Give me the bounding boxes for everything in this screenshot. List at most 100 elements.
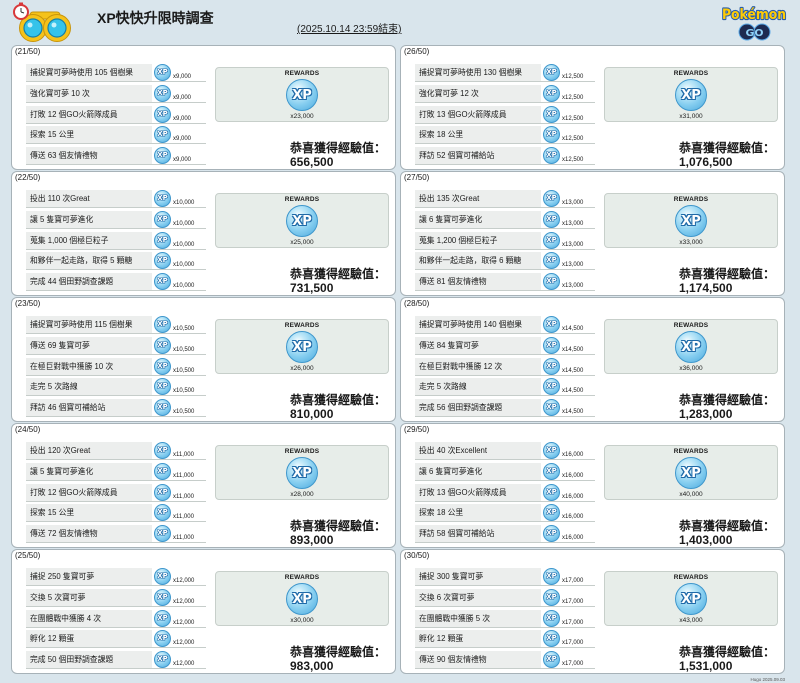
xp-icon-label: XP: [157, 592, 168, 601]
task-text: 孵化 12 顆蛋: [26, 630, 152, 648]
rewards-heading: REWARDS: [284, 322, 320, 329]
task-row: 交換 5 次寶可夢 XP x12,000: [26, 588, 206, 607]
stage-xp-reward: x25,000: [290, 239, 314, 246]
rewards-heading: REWARDS: [673, 70, 709, 77]
xp-icon: XP: [154, 316, 171, 333]
total-xp-value: 1,403,000: [679, 533, 733, 547]
xp-icon: XP: [154, 231, 171, 249]
xp-icon-label: XP: [546, 88, 557, 97]
stage-number: (27/50): [404, 173, 430, 182]
rewards-heading: REWARDS: [673, 574, 709, 581]
task-row: 探索 15 公里 XP x11,000: [26, 504, 206, 523]
xp-icon: XP: [543, 525, 560, 542]
xp-icon-label: XP: [546, 508, 557, 517]
task-xp-reward: x13,000: [562, 262, 584, 269]
task-text: 捕捉寶可夢時使用 130 個樹果: [415, 64, 541, 81]
task-text: 交換 6 次寶可夢: [415, 588, 541, 606]
task-xp-reward: x12,000: [173, 578, 195, 584]
xp-icon-label: XP: [546, 151, 557, 159]
xp-icon-label: XP: [157, 655, 168, 663]
xp-icon: XP: [675, 331, 707, 363]
rewards-box: REWARDS XP x25,000: [215, 193, 389, 248]
xp-icon: XP: [543, 568, 560, 585]
task-row: 捕捉寶可夢時使用 140 個樹果 XP x14,500: [415, 316, 595, 334]
task-row: 走完 5 次路線 XP x14,500: [415, 378, 595, 397]
task-text: 在團體戰中獲勝 4 次: [26, 609, 152, 627]
total-xp-value: 1,076,500: [679, 155, 733, 169]
stage-card: (23/50) 捕捉寶可夢時使用 115 個樹果 XP x10,500 傳送 69 隻寶…: [11, 297, 396, 422]
stage-number: (29/50): [404, 425, 430, 434]
xp-icon: XP: [154, 336, 171, 354]
task-text: 蒐集 1,200 個極巨粒子: [415, 231, 541, 249]
xp-icon: XP: [154, 378, 171, 396]
task-xp-reward: x14,500: [562, 367, 584, 374]
xp-icon-label: XP: [546, 466, 557, 475]
task-row: 捕捉寶可夢時使用 105 個樹果 XP x9,000: [26, 64, 206, 82]
task-text: 捕捉寶可夢時使用 140 個樹果: [415, 316, 541, 333]
task-text: 讓 6 隻寶可夢進化: [415, 210, 541, 228]
xp-icon-label: XP: [546, 277, 557, 285]
xp-icon: XP: [286, 79, 318, 111]
xp-icon: XP: [543, 336, 560, 354]
task-row: 打敗 12 個GO火箭隊成員 XP x9,000: [26, 105, 206, 124]
rewards-heading: REWARDS: [284, 196, 320, 203]
xp-icon: XP: [543, 105, 560, 123]
stage-number: (22/50): [15, 173, 41, 182]
task-text: 打敗 13 個GO火箭隊成員: [415, 105, 541, 123]
rewards-box: REWARDS XP x31,000: [604, 67, 778, 122]
task-xp-reward: x12,500: [562, 157, 584, 163]
task-xp-reward: x10,000: [173, 262, 195, 269]
xp-icon-label: XP: [546, 655, 557, 663]
total-xp-value: 656,500: [290, 155, 334, 169]
task-text: 拜訪 46 個寶可補給站: [26, 399, 152, 416]
task-text: 打敗 12 個GO火箭隊成員: [26, 105, 152, 123]
congrats-label: 恭喜獲得經驗值：: [679, 393, 776, 407]
task-text: 走完 5 次路線: [415, 378, 541, 396]
stage-card: (27/50) 投出 135 次Great XP x13,000 讓 6 隻寶可夢進化 X…: [400, 171, 785, 296]
task-xp-reward: x13,000: [562, 241, 584, 248]
task-xp-reward: x14,500: [562, 346, 584, 353]
task-row: 蒐集 1,200 個極巨粒子 XP x13,000: [415, 231, 595, 250]
xp-icon-label: XP: [157, 151, 168, 159]
xp-icon-label: XP: [546, 592, 557, 601]
total-xp-value: 893,000: [290, 533, 334, 547]
xp-icon-label: XP: [157, 88, 168, 97]
task-row: 投出 135 次Great XP x13,000: [415, 190, 595, 208]
congrats-label: 恭喜獲得經驗值：: [290, 141, 387, 155]
rewards-heading: REWARDS: [284, 448, 320, 455]
stage-xp-reward: x28,000: [290, 491, 314, 498]
xp-icon: XP: [543, 462, 560, 480]
task-xp-reward: x12,000: [173, 619, 195, 626]
total-xp-value: 1,174,500: [679, 281, 733, 295]
task-row: 投出 110 次Great XP x10,000: [26, 190, 206, 208]
task-row: 在團體戰中獲勝 4 次 XP x12,000: [26, 609, 206, 628]
task-row: 傳送 72 個友情禮物 XP x11,000: [26, 525, 206, 543]
xp-icon-label: XP: [157, 194, 168, 202]
task-row: 傳送 84 隻寶可夢 XP x14,500: [415, 336, 595, 355]
task-text: 投出 40 次Excellent: [415, 442, 541, 459]
task-row: 傳送 90 個友情禮物 XP x17,000: [415, 651, 595, 669]
xp-icon: XP: [543, 210, 560, 228]
task-row: 完成 44 個田野調查課題 XP x10,000: [26, 273, 206, 291]
xp-icon: XP: [154, 588, 171, 606]
task-text: 傳送 90 個友情禮物: [415, 651, 541, 668]
task-text: 完成 44 個田野調查課題: [26, 273, 152, 290]
stage-card: (28/50) 捕捉寶可夢時使用 140 個樹果 XP x14,500 傳送 84 隻寶…: [400, 297, 785, 422]
xp-icon-label: XP: [546, 487, 557, 496]
xp-icon: XP: [154, 273, 171, 290]
xp-icon-label: XP: [157, 403, 168, 411]
xp-icon-label: XP: [157, 68, 168, 76]
task-text: 投出 110 次Great: [26, 190, 152, 207]
xp-icon-label: XP: [292, 339, 312, 355]
rewards-box: REWARDS XP x26,000: [215, 319, 389, 374]
task-row: 打敗 13 個GO火箭隊成員 XP x16,000: [415, 483, 595, 502]
task-row: 孵化 12 顆蛋 XP x17,000: [415, 630, 595, 649]
task-xp-reward: x10,500: [173, 346, 195, 353]
task-xp-reward: x11,000: [173, 535, 194, 541]
task-xp-reward: x10,000: [173, 241, 195, 248]
task-row: 走完 5 次路線 XP x10,500: [26, 378, 206, 397]
task-text: 探索 15 公里: [26, 126, 152, 144]
xp-icon: XP: [154, 126, 171, 144]
task-xp-reward: x12,500: [562, 136, 584, 143]
stage-xp-reward: x43,000: [679, 617, 703, 624]
